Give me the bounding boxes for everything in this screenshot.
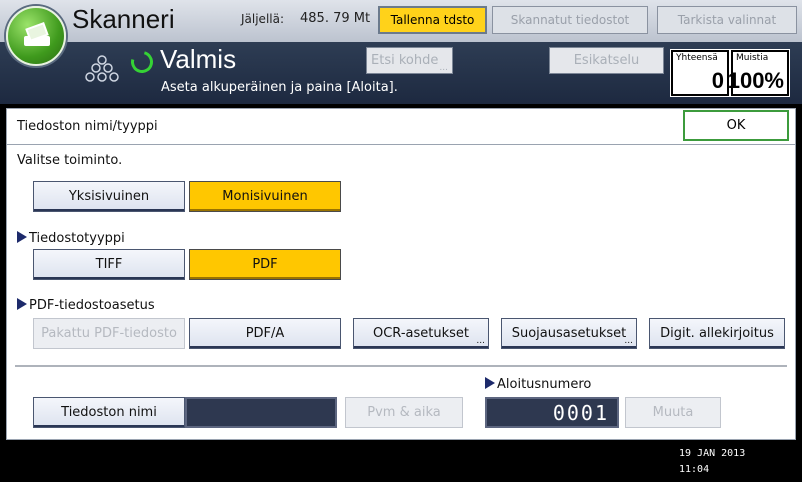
memory-counter: Muistia 100% — [727, 49, 790, 97]
security-settings-button[interactable]: Suojausasetukset... — [501, 318, 637, 349]
multi-page-button[interactable]: Monisivuinen — [189, 181, 341, 212]
pdf-settings-text: PDF-tiedostoasetus — [29, 298, 155, 313]
total-counter-value: 0 — [711, 68, 724, 93]
header: Skanneri Jäljellä: 485. 79 Mt Tallenna t… — [0, 0, 802, 104]
ok-button[interactable]: OK — [683, 110, 789, 141]
more-options-icon: ... — [624, 336, 633, 346]
file-name-button[interactable]: Tiedoston nimi — [33, 397, 185, 428]
total-counter-label: Yhteensä — [676, 53, 718, 63]
digital-signature-button[interactable]: Digit. allekirjoitus — [649, 318, 785, 349]
device-status-icon — [85, 55, 119, 82]
app-title: Skanneri — [72, 4, 175, 34]
search-destination-label: Etsi kohde — [371, 53, 439, 68]
panel-title: Tiedoston nimi/tyyppi — [17, 119, 158, 134]
compressed-pdf-button[interactable]: Pakattu PDF-tiedosto — [33, 318, 185, 349]
footer-date: 19 JAN 2013 — [679, 448, 746, 459]
panel-title-bar: Tiedoston nimi/tyyppi OK — [7, 109, 795, 145]
date-time-button[interactable]: Pvm & aika — [345, 397, 463, 428]
memory-counter-value: 100% — [727, 68, 784, 93]
pdf-a-button[interactable]: PDF/A — [189, 318, 341, 349]
total-counter: Yhteensä 0 — [670, 49, 730, 97]
tiff-button[interactable]: TIFF — [33, 249, 185, 280]
pdf-settings-label: PDF-tiedostoasetus — [17, 298, 155, 313]
change-button[interactable]: Muuta — [625, 397, 721, 428]
check-settings-button[interactable]: Tarkista valinnat — [657, 6, 797, 34]
single-page-button[interactable]: Yksisivuinen — [33, 181, 185, 212]
start-number-text: Aloitusnumero — [497, 377, 592, 392]
save-file-button[interactable]: Tallenna tdsto — [378, 6, 487, 34]
preview-button[interactable]: Esikatselu — [549, 47, 664, 74]
security-settings-label: Suojausasetukset — [511, 326, 627, 341]
ocr-settings-label: OCR-asetukset — [373, 326, 469, 341]
search-destination-button[interactable]: Etsi kohde... — [366, 47, 453, 74]
pdf-button[interactable]: PDF — [189, 249, 341, 280]
status-title: Valmis — [160, 44, 237, 74]
ocr-settings-button[interactable]: OCR-asetukset... — [353, 318, 489, 349]
file-name-type-panel: Tiedoston nimi/tyyppi OK Valitse toimint… — [6, 108, 796, 440]
scanner-app-icon — [6, 6, 66, 66]
remaining-value: 485. 79 Mt — [300, 11, 371, 26]
memory-counter-label: Muistia — [736, 53, 769, 63]
start-number-field: 0001 — [485, 397, 619, 428]
section-arrow-icon — [485, 377, 495, 389]
status-message: Aseta alkuperäinen ja paina [Aloita]. — [161, 80, 398, 95]
footer-time: 11:04 — [679, 464, 710, 475]
panel-divider — [15, 365, 787, 367]
file-type-label: Tiedostotyyppi — [17, 231, 125, 246]
file-name-field — [185, 397, 337, 428]
select-function-label: Valitse toiminto. — [17, 153, 123, 168]
section-arrow-icon — [17, 298, 27, 310]
more-options-icon: ... — [439, 63, 448, 73]
start-number-label: Aloitusnumero — [485, 377, 591, 392]
file-type-text: Tiedostotyyppi — [29, 231, 125, 246]
scanned-files-button[interactable]: Skannatut tiedostot — [492, 6, 648, 34]
remaining-label: Jäljellä: — [241, 12, 285, 26]
more-options-icon: ... — [476, 336, 485, 346]
section-arrow-icon — [17, 231, 27, 243]
